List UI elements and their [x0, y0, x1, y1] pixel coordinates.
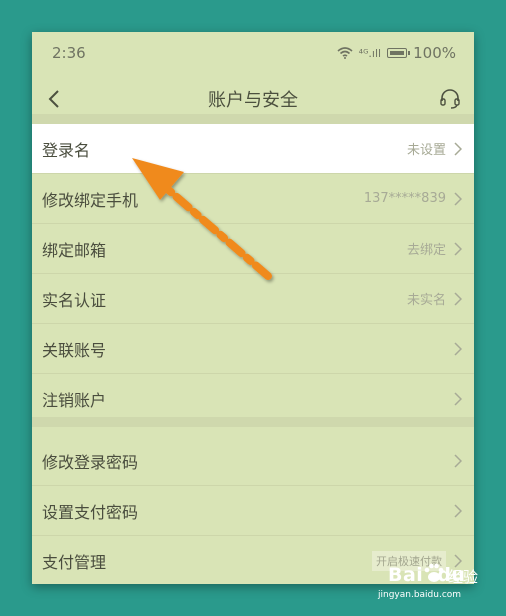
cellular-signal: ⁴ᴳ.ıll [358, 46, 382, 60]
status-bar: 2:36 ⁴ᴳ.ıll 100% [32, 32, 474, 74]
status-time: 2:36 [52, 44, 86, 62]
back-button[interactable] [38, 83, 70, 115]
row-real-name[interactable]: 实名认证 未实名 [32, 274, 474, 324]
battery-icon [387, 48, 411, 58]
row-label: 注销账户 [42, 391, 107, 410]
chevron-right-icon [454, 141, 464, 157]
row-value: 未设置 [406, 143, 446, 158]
watermark-cn-text: 经验 [448, 568, 479, 586]
status-indicators: ⁴ᴳ.ıll 100% [337, 44, 456, 62]
section-divider [32, 114, 474, 124]
row-login-name[interactable]: 登录名 未设置 [32, 124, 474, 174]
page-title: 账户与安全 [208, 90, 298, 111]
chevron-right-icon [454, 341, 464, 357]
row-label: 修改绑定手机 [42, 190, 139, 210]
battery-percent: 100% [413, 44, 456, 62]
row-label: 绑定邮箱 [42, 240, 107, 260]
row-bind-email[interactable]: 绑定邮箱 去绑定 [32, 224, 474, 274]
row-value: 未实名 [406, 293, 446, 308]
paw-icon [424, 563, 444, 582]
baidu-jingyan-watermark: Bai du 经验 jingyan.baidu.com [378, 562, 490, 602]
row-label: 实名认证 [42, 290, 107, 310]
phone-screen: 2:36 ⁴ᴳ.ıll 100% 账户与安全 登录名 未设置 修改绑定手机 13… [32, 32, 474, 584]
chevron-right-icon [454, 453, 464, 469]
row-label: 登录名 [42, 140, 91, 160]
watermark-url: jingyan.baidu.com [378, 590, 462, 600]
chevron-right-icon [454, 391, 464, 407]
row-label: 修改登录密码 [42, 452, 139, 472]
row-change-phone[interactable]: 修改绑定手机 137*****839 [32, 174, 474, 224]
row-set-payment-password[interactable]: 设置支付密码 [32, 486, 474, 536]
row-label: 关联账号 [42, 340, 107, 360]
row-value: 137*****839 [363, 191, 446, 206]
chevron-right-icon [454, 291, 464, 307]
row-label: 设置支付密码 [42, 502, 139, 522]
headset-icon [440, 89, 460, 109]
chevron-left-icon [48, 90, 59, 108]
account-settings-list: 登录名 未设置 修改绑定手机 137*****839 绑定邮箱 去绑定 实名认证… [32, 124, 474, 424]
row-linked-accounts[interactable]: 关联账号 [32, 324, 474, 374]
customer-service-button[interactable] [434, 83, 466, 115]
chevron-right-icon [454, 241, 464, 257]
wifi-icon [337, 47, 353, 59]
row-label: 支付管理 [42, 553, 107, 572]
row-change-login-password[interactable]: 修改登录密码 [32, 436, 474, 486]
row-value: 去绑定 [406, 243, 446, 258]
section-divider [32, 417, 474, 427]
chevron-right-icon [454, 503, 464, 519]
chevron-right-icon [454, 191, 464, 207]
